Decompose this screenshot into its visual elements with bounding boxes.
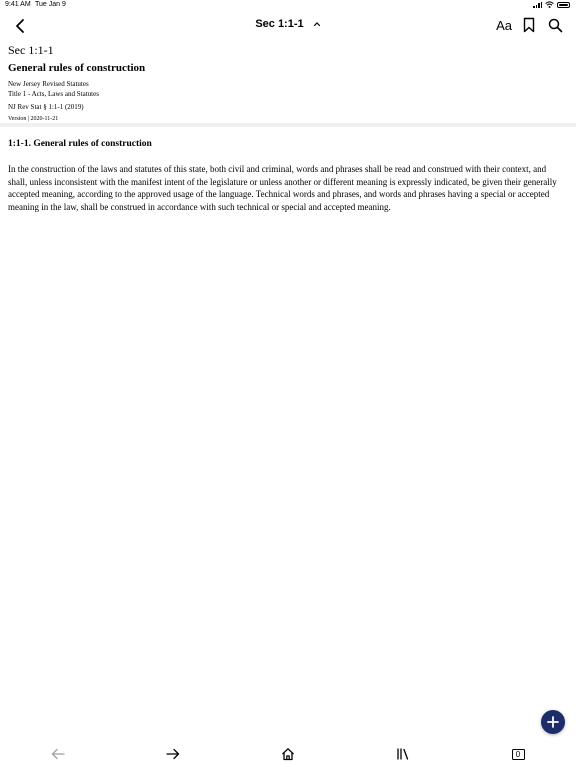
bookmark-icon: [523, 17, 535, 33]
status-icons: [533, 1, 570, 8]
nav-title: Sec 1:1-1: [255, 18, 304, 30]
library-icon: [397, 748, 409, 760]
wifi-icon: [545, 1, 554, 8]
library-button[interactable]: [394, 745, 412, 763]
status-bar: 9:41 AM Tue Jan 9: [0, 0, 576, 12]
arrow-right-icon: [166, 748, 180, 760]
font-size-button[interactable]: Aa: [496, 18, 512, 33]
battery-icon: [557, 1, 570, 8]
document-title-path: Title 1 - Acts, Laws and Statutes: [8, 90, 99, 98]
tabs-icon: 0: [511, 748, 525, 760]
section-heading: 1:1-1. General rules of construction: [8, 139, 152, 149]
nav-title-button[interactable]: Sec 1:1-1: [0, 18, 576, 30]
header-divider: [0, 123, 576, 127]
tabs-button[interactable]: 0: [509, 745, 527, 763]
back-history-button[interactable]: [49, 745, 67, 763]
bottom-toolbar: 0: [0, 740, 576, 768]
plus-icon: [547, 716, 559, 728]
forward-history-button[interactable]: [164, 745, 182, 763]
statute-text: In the construction of the laws and stat…: [8, 164, 557, 212]
search-icon: [548, 18, 562, 32]
cellular-signal-icon: [533, 1, 542, 8]
document-citation: NJ Rev Stat § 1:1-1 (2019): [8, 103, 84, 111]
home-button[interactable]: [279, 745, 297, 763]
bookmark-button[interactable]: [520, 16, 538, 34]
document-source: New Jersey Revised Statutes: [8, 80, 89, 88]
nav-actions: Aa: [496, 16, 564, 34]
search-button[interactable]: [546, 16, 564, 34]
document-content: 1:1-1. General rules of construction In …: [8, 138, 566, 213]
arrow-left-icon: [51, 748, 65, 760]
status-time: 9:41 AM: [5, 1, 31, 8]
nav-bar: Sec 1:1-1 Aa: [0, 12, 576, 40]
document-header: Sec 1:1-1 General rules of construction …: [8, 43, 568, 124]
add-button[interactable]: [541, 710, 565, 734]
document-title: General rules of construction: [8, 62, 146, 74]
home-icon: [282, 748, 294, 761]
status-date: Tue Jan 9: [35, 1, 66, 8]
section-label: Sec 1:1-1: [8, 43, 54, 57]
chevron-up-icon: [313, 22, 320, 27]
